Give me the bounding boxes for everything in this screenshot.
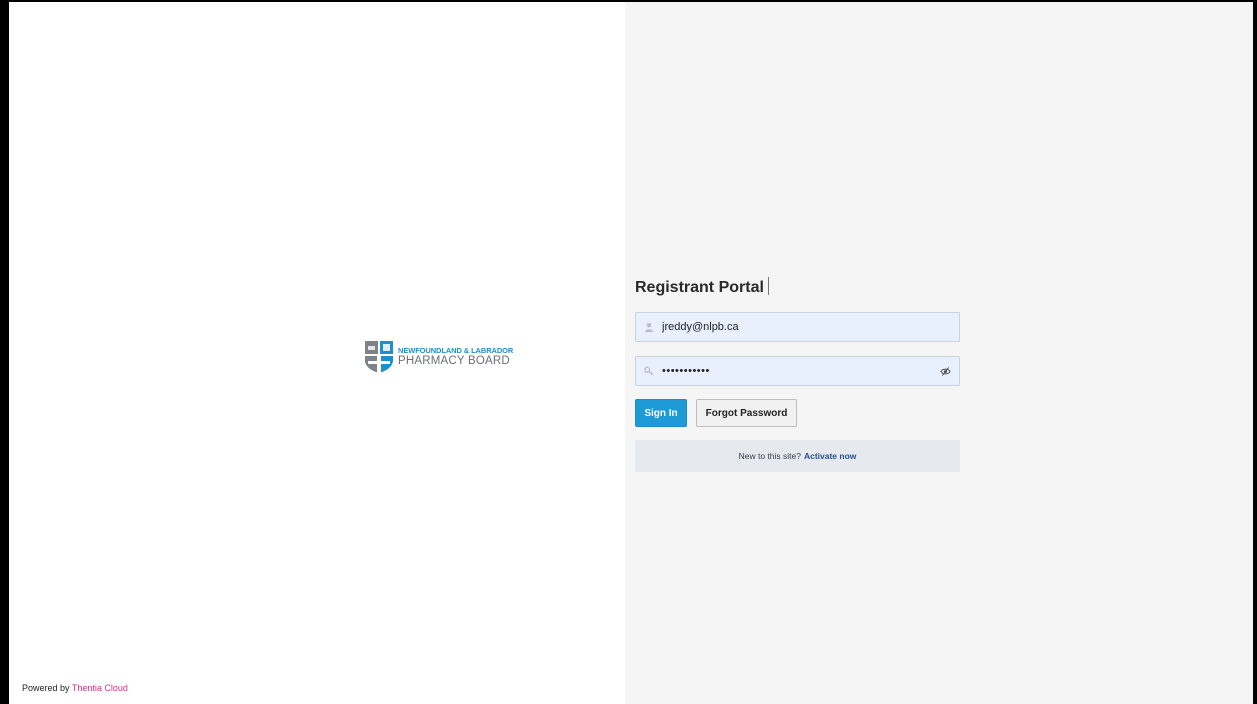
activate-banner: New to this site? Activate now xyxy=(635,440,960,472)
shield-logo-icon xyxy=(365,341,393,373)
password-field[interactable] xyxy=(635,356,960,386)
email-field[interactable] xyxy=(635,312,960,342)
key-icon xyxy=(644,366,654,376)
title-caret xyxy=(767,277,769,295)
login-panel: Registrant Portal Sign In Forgot Passwor… xyxy=(625,2,1255,704)
password-input[interactable] xyxy=(662,357,940,385)
sign-in-button[interactable]: Sign In xyxy=(635,399,687,427)
logo-line1: NEWFOUNDLAND & LABRADOR xyxy=(398,346,514,355)
activate-prompt: New to this site? xyxy=(738,451,801,461)
activate-now-link[interactable]: Activate now xyxy=(804,451,856,461)
powered-by: Powered by Thentia Cloud xyxy=(22,683,128,693)
eye-slash-icon[interactable] xyxy=(940,366,951,377)
user-icon xyxy=(645,323,653,332)
logo: NEWFOUNDLAND & LABRADOR PHARMACY BOARD xyxy=(364,340,513,374)
forgot-password-button[interactable]: Forgot Password xyxy=(696,399,797,427)
logo-line2: PHARMACY BOARD xyxy=(398,354,510,367)
page-title: Registrant Portal xyxy=(635,277,769,297)
powered-by-prefix: Powered by xyxy=(22,683,70,693)
email-input[interactable] xyxy=(662,313,959,341)
thentia-cloud-link[interactable]: Thentia Cloud xyxy=(72,683,128,693)
app-frame: NEWFOUNDLAND & LABRADOR PHARMACY BOARD P… xyxy=(0,0,1257,704)
branding-panel: NEWFOUNDLAND & LABRADOR PHARMACY BOARD P… xyxy=(2,2,625,704)
